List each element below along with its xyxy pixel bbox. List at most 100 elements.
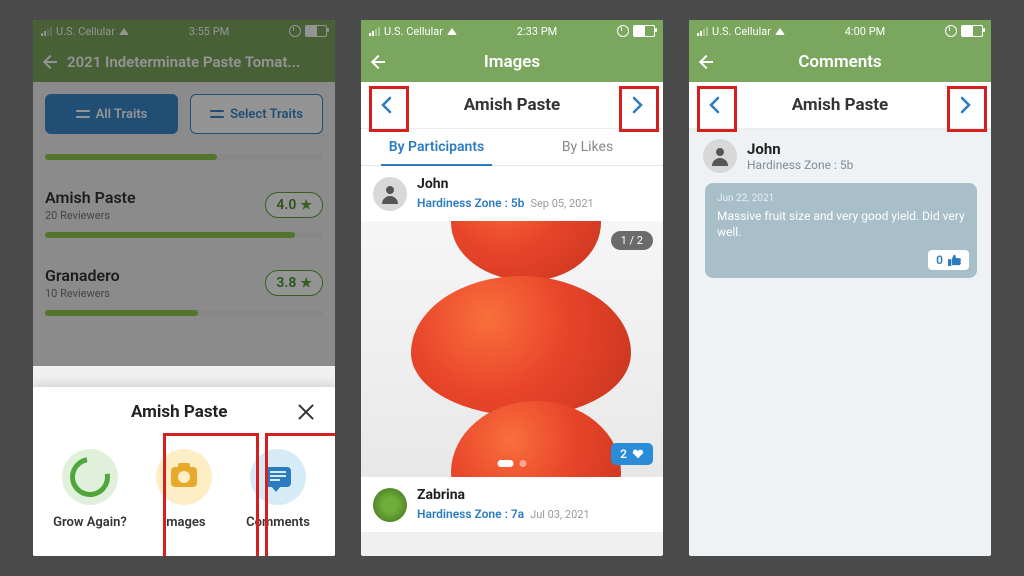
progress-bar <box>45 154 323 160</box>
post-date: Sep 05, 2021 <box>530 197 593 210</box>
app-header: Comments <box>689 42 991 82</box>
comments-label: Comments <box>246 515 310 530</box>
tab-likes-label: By Likes <box>562 139 613 155</box>
like-button[interactable]: 0 <box>928 250 969 270</box>
post-image[interactable]: 1 / 2 2 <box>361 221 663 477</box>
chevron-right-icon <box>960 96 972 114</box>
next-item-button[interactable] <box>953 90 979 120</box>
sheet-title: Amish Paste <box>131 402 227 422</box>
signal-icon <box>697 27 708 36</box>
next-item-button[interactable] <box>625 90 651 120</box>
clock-label: 3:55 PM <box>189 25 229 38</box>
page-indicator: 1 / 2 <box>611 231 653 250</box>
tab-likes[interactable]: By Likes <box>512 129 663 165</box>
heart-count: 2 <box>620 447 627 461</box>
carrier-label: U.S. Cellular <box>712 25 771 38</box>
heart-icon <box>632 449 644 460</box>
screen1-body: All Traits Select Traits Amish Paste 20 … <box>33 82 335 350</box>
back-arrow-icon[interactable] <box>41 53 59 71</box>
close-icon[interactable] <box>295 401 317 423</box>
bottom-sheet: Amish Paste Grow Again? Images Comments <box>33 387 335 556</box>
rating-value: 3.8 <box>276 275 296 291</box>
star-icon: ★ <box>300 276 312 291</box>
carrier-label: U.S. Cellular <box>384 25 443 38</box>
post-author: Zabrina <box>417 487 590 503</box>
comment-author: John <box>747 140 853 158</box>
alarm-icon <box>617 25 629 37</box>
avatar <box>703 139 737 173</box>
item-label: Amish Paste <box>792 95 888 115</box>
variety-row[interactable]: Amish Paste 20 Reviewers 4.0 ★ <box>45 182 323 228</box>
prev-item-button[interactable] <box>373 90 399 120</box>
like-count: 0 <box>936 253 943 267</box>
select-traits-button[interactable]: Select Traits <box>190 94 323 134</box>
all-traits-label: All Traits <box>96 107 148 122</box>
comments-action[interactable]: Comments <box>233 449 323 530</box>
images-action[interactable]: Images <box>139 449 229 530</box>
tomato-illustration <box>451 221 601 281</box>
item-nav: Amish Paste <box>689 82 991 129</box>
wifi-icon <box>775 28 785 35</box>
comment-bubble-icon <box>265 467 291 487</box>
comment-card: Jun 22, 2021 Massive fruit size and very… <box>705 183 977 278</box>
post-zone: Hardiness Zone : 5b <box>417 196 524 210</box>
chevron-right-icon <box>632 96 644 114</box>
grow-again-action[interactable]: Grow Again? <box>45 449 135 530</box>
variety-name: Granadero <box>45 266 120 285</box>
thumb-up-icon <box>948 254 961 266</box>
sliders-icon <box>210 108 224 120</box>
refresh-ring-icon <box>62 449 118 505</box>
app-header: Images <box>361 42 663 82</box>
battery-icon <box>633 25 655 37</box>
wifi-icon <box>119 28 129 35</box>
carousel-dots <box>498 460 527 467</box>
tab-participants-label: By Participants <box>389 139 485 155</box>
select-traits-label: Select Traits <box>230 107 303 122</box>
images-label: Images <box>162 515 205 530</box>
chevron-left-icon <box>380 96 392 114</box>
camera-icon <box>171 467 197 487</box>
item-label: Amish Paste <box>464 95 560 115</box>
star-icon: ★ <box>300 198 312 213</box>
page-title: Images <box>395 52 629 72</box>
prev-item-button[interactable] <box>701 90 727 120</box>
like-count-pill[interactable]: 2 <box>611 443 653 465</box>
avatar <box>373 488 407 522</box>
variety-name: Amish Paste <box>45 188 136 207</box>
back-arrow-icon[interactable] <box>697 53 715 71</box>
comment-date: Jun 22, 2021 <box>717 193 965 204</box>
battery-icon <box>305 25 327 37</box>
progress-bar <box>45 232 323 238</box>
tomato-illustration <box>411 276 631 416</box>
progress-bar <box>45 310 323 316</box>
tab-bar: By Participants By Likes <box>361 129 663 166</box>
tab-participants[interactable]: By Participants <box>361 129 512 165</box>
phone-2: U.S. Cellular 2:33 PM Images Amish Paste… <box>361 20 663 556</box>
variety-row[interactable]: Granadero 10 Reviewers 3.8 ★ <box>45 260 323 306</box>
carrier-label: U.S. Cellular <box>56 25 115 38</box>
grow-again-label: Grow Again? <box>53 515 127 530</box>
variety-reviewers: 20 Reviewers <box>45 209 136 222</box>
rating-pill: 4.0 ★ <box>265 192 323 218</box>
alarm-icon <box>289 25 301 37</box>
comment-zone: Hardiness Zone : 5b <box>747 158 853 172</box>
phone-3: U.S. Cellular 4:00 PM Comments Amish Pas… <box>689 20 991 556</box>
status-bar: U.S. Cellular 2:33 PM <box>361 20 663 42</box>
signal-icon <box>41 27 52 36</box>
back-arrow-icon[interactable] <box>369 53 387 71</box>
rating-pill: 3.8 ★ <box>265 270 323 296</box>
page-title: 2021 Indeterminate Paste Tomat... <box>67 53 327 71</box>
app-header: 2021 Indeterminate Paste Tomat... <box>33 42 335 82</box>
status-bar: U.S. Cellular 3:55 PM <box>33 20 335 42</box>
post-header: John Hardiness Zone : 5b Sep 05, 2021 <box>361 166 663 221</box>
variety-reviewers: 10 Reviewers <box>45 287 120 300</box>
clock-label: 4:00 PM <box>845 25 885 38</box>
post-author: John <box>417 176 594 192</box>
post-zone: Hardiness Zone : 7a <box>417 507 524 521</box>
wifi-icon <box>447 28 457 35</box>
all-traits-button[interactable]: All Traits <box>45 94 178 134</box>
item-nav: Amish Paste <box>361 82 663 129</box>
post-date: Jul 03, 2021 <box>530 508 590 521</box>
comment-author-row: John Hardiness Zone : 5b <box>703 139 977 173</box>
person-icon <box>378 182 402 206</box>
